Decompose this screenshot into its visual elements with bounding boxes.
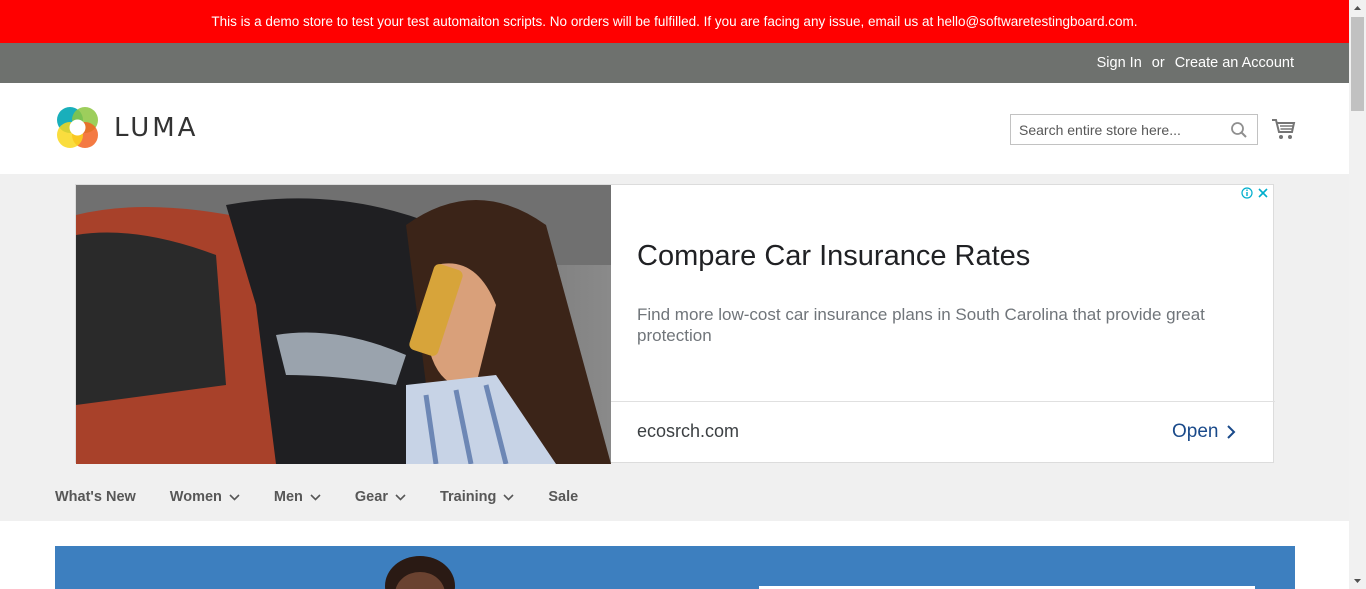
cart-icon[interactable] (1271, 117, 1296, 141)
nav-list: What's New Women Men Gear Training Sale (55, 473, 612, 521)
nav-item-label: Training (439, 489, 497, 505)
nav-item-sale[interactable]: Sale (548, 489, 578, 505)
ad-choices (1241, 187, 1269, 199)
search-input[interactable] (1011, 115, 1237, 144)
ad-info-icon[interactable] (1241, 187, 1253, 199)
chevron-right-icon (1227, 425, 1236, 439)
scroll-down-arrow-icon[interactable] (1349, 572, 1366, 589)
header-content: LUMA (0, 83, 1349, 174)
nav-item-label: What's New (55, 489, 136, 505)
page: This is a demo store to test your test a… (0, 0, 1349, 589)
ad-headline[interactable]: Compare Car Insurance Rates (637, 240, 1030, 273)
ad-photo (76, 185, 611, 464)
sign-in-link[interactable]: Sign In (1097, 55, 1142, 71)
header-links: Sign In or Create an Account (1097, 43, 1294, 83)
hero-image (55, 546, 1295, 589)
ad-close-icon[interactable] (1257, 187, 1269, 199)
nav-item-gear[interactable]: Gear (355, 489, 406, 505)
main-navigation: What's New Women Men Gear Training Sale (0, 473, 1349, 521)
advertisement[interactable]: Compare Car Insurance Rates Find more lo… (75, 184, 1275, 464)
nav-item-men[interactable]: Men (274, 489, 321, 505)
nav-item-label: Women (169, 489, 222, 505)
ad-image[interactable] (76, 185, 611, 464)
search-box (1010, 114, 1258, 145)
luma-logo[interactable]: LUMA (55, 105, 198, 150)
ad-open-button[interactable]: Open (1172, 421, 1236, 443)
nav-item-training[interactable]: Training (440, 489, 514, 505)
create-account-link[interactable]: Create an Account (1175, 55, 1294, 71)
search-icon[interactable] (1230, 121, 1248, 139)
nav-item-what-s-new[interactable]: What's New (55, 489, 136, 505)
demo-store-notice: This is a demo store to test your test a… (0, 0, 1349, 43)
or-separator: or (1151, 55, 1165, 71)
scroll-up-arrow-icon[interactable] (1349, 0, 1366, 17)
nav-item-label: Sale (548, 489, 579, 505)
ad-description: Find more low-cost car insurance plans i… (637, 305, 1205, 345)
nav-item-label: Men (273, 489, 303, 505)
luma-logo-icon (57, 107, 98, 148)
ad-area: Compare Car Insurance Rates Find more lo… (0, 174, 1349, 473)
vertical-scrollbar[interactable] (1349, 0, 1366, 589)
ad-domain[interactable]: ecosrch.com (637, 421, 739, 442)
nav-item-label: Gear (354, 489, 388, 505)
hero-banner[interactable] (55, 546, 1295, 589)
nav-item-women[interactable]: Women (170, 489, 240, 505)
chevron-down-icon (503, 493, 514, 501)
ad-open-label: Open (1172, 421, 1219, 442)
logo-text: LUMA (114, 112, 199, 143)
chevron-down-icon (229, 493, 240, 501)
panel-header: Sign In or Create an Account (0, 43, 1349, 83)
chevron-down-icon (395, 493, 406, 501)
ad-divider (611, 401, 1275, 402)
chevron-down-icon (310, 493, 321, 501)
demo-notice-text: This is a demo store to test your test a… (211, 14, 1138, 29)
scroll-thumb[interactable] (1351, 17, 1364, 111)
